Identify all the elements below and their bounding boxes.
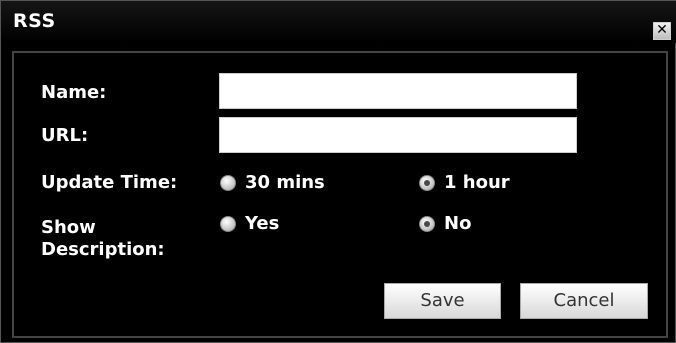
show-description-label-line2: Description: (41, 239, 165, 260)
dialog-titlebar: RSS ✕ (1, 1, 676, 43)
radio-description-no[interactable]: No (419, 213, 471, 234)
url-label: URL: (41, 125, 89, 146)
radio-description-yes-label: Yes (245, 213, 280, 234)
radio-unchecked-icon (220, 174, 236, 191)
name-input[interactable] (219, 73, 577, 109)
radio-checked-icon (419, 215, 435, 232)
radio-description-no-label: No (444, 213, 472, 234)
rss-dialog: RSS ✕ Name: URL: Update Time: 30 mins 1 … (0, 0, 676, 343)
close-icon[interactable]: ✕ (653, 22, 671, 40)
show-description-label-line1: Show (41, 217, 96, 238)
update-time-label: Update Time: (41, 172, 178, 193)
radio-update-30-mins[interactable]: 30 mins (220, 172, 325, 193)
save-button[interactable]: Save (384, 283, 501, 319)
dialog-title: RSS (13, 10, 56, 32)
radio-update-1-hour-label: 1 hour (444, 172, 510, 193)
radio-checked-icon (419, 174, 435, 191)
radio-unchecked-icon (220, 215, 236, 232)
name-label: Name: (41, 82, 107, 103)
radio-description-yes[interactable]: Yes (220, 213, 279, 234)
radio-update-1-hour[interactable]: 1 hour (419, 172, 510, 193)
url-input[interactable] (219, 117, 577, 153)
cancel-button[interactable]: Cancel (520, 283, 648, 319)
radio-update-30-mins-label: 30 mins (245, 172, 325, 193)
